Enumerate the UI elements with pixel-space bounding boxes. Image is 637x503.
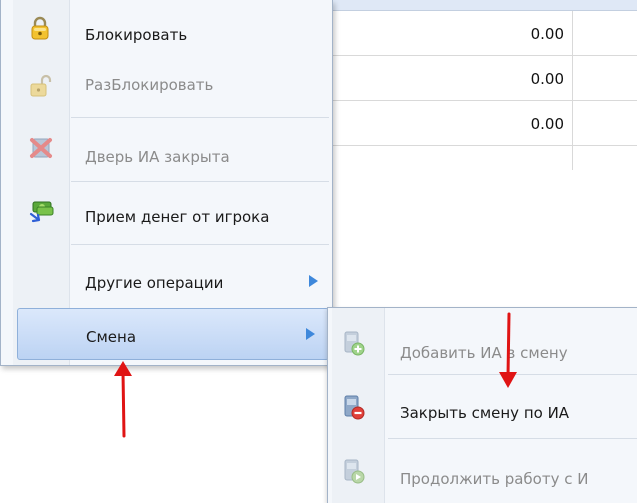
menu-item-door-closed[interactable]: Дверь ИА закрыта: [13, 120, 329, 178]
menu-item-lock[interactable]: Блокировать: [13, 6, 329, 56]
close-shift-icon: [342, 394, 366, 420]
grid-empty-area: [330, 146, 573, 170]
submenu-item-close-shift[interactable]: Закрыть смену по ИА: [328, 378, 637, 436]
menu-item-label: Смена: [86, 328, 137, 346]
menu-separator: [71, 117, 329, 118]
context-menu: Блокировать РазБлокировать Дверь ИА закр…: [0, 0, 333, 366]
data-grid: 0.00 0.00 0.00: [330, 0, 637, 170]
grid-header: [330, 0, 637, 11]
continue-work-icon: [342, 458, 366, 484]
menu-separator: [71, 181, 329, 182]
cell-value: 0.00: [530, 115, 564, 133]
table-row[interactable]: 0.00: [330, 101, 637, 146]
menu-separator: [388, 438, 637, 439]
submenu-item-continue-work[interactable]: Продолжить работу с И: [328, 442, 637, 502]
submenu-item-add-machine[interactable]: Добавить ИА в смену: [328, 314, 637, 372]
menu-item-label: Блокировать: [85, 26, 188, 44]
shift-submenu: Добавить ИА в смену Закрыть смену по ИА …: [327, 307, 637, 503]
table-row[interactable]: 0.00: [330, 56, 637, 101]
lock-icon: [29, 16, 51, 40]
table-row[interactable]: 0.00: [330, 11, 637, 56]
table-cell: 0.00: [330, 56, 573, 100]
menu-item-label: РазБлокировать: [85, 76, 214, 94]
submenu-arrow-icon: [306, 328, 315, 340]
annotation-arrow-up-icon: [114, 361, 132, 438]
table-cell: 0.00: [330, 11, 573, 55]
door-closed-icon: [29, 136, 52, 158]
add-machine-icon: [342, 330, 366, 356]
cell-value: 0.00: [530, 25, 564, 43]
cell-value: 0.00: [530, 70, 564, 88]
submenu-item-label: Добавить ИА в смену: [400, 344, 568, 362]
money-icon: [29, 200, 54, 223]
menu-separator: [71, 244, 329, 245]
menu-item-unlock[interactable]: РазБлокировать: [13, 56, 329, 114]
menu-item-accept-money[interactable]: Прием денег от игрока: [13, 184, 329, 242]
menu-item-label: Другие операции: [85, 274, 224, 292]
menu-item-shift[interactable]: Смена: [17, 308, 329, 360]
annotation-arrow-down-icon: [499, 312, 517, 388]
menu-item-other-operations[interactable]: Другие операции: [13, 248, 329, 304]
submenu-arrow-icon: [309, 275, 318, 287]
menu-item-label: Прием денег от игрока: [85, 208, 270, 226]
menu-item-label: Дверь ИА закрыта: [85, 148, 230, 166]
submenu-item-label: Закрыть смену по ИА: [400, 404, 570, 422]
submenu-item-label: Продолжить работу с И: [400, 470, 589, 488]
unlock-icon: [29, 74, 52, 97]
table-cell: 0.00: [330, 101, 573, 145]
